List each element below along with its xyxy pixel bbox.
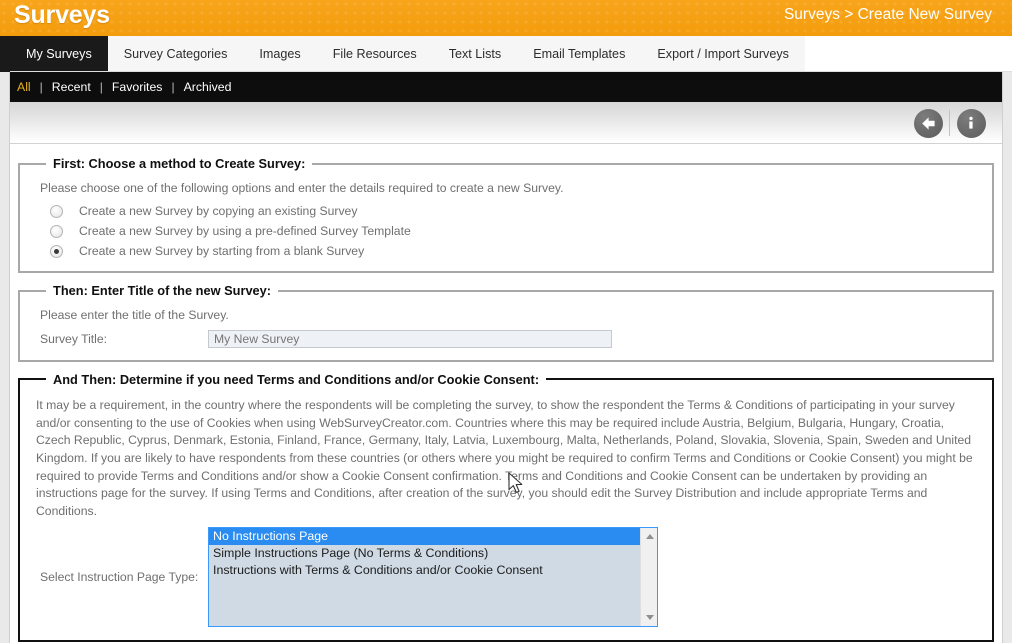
section-terms-and-conditions: And Then: Determine if you need Terms an… [18,372,994,642]
page-title: Surveys [14,1,110,30]
tab-survey-categories[interactable]: Survey Categories [108,36,244,71]
scroll-down-icon[interactable] [641,609,658,626]
subnav-separator: | [164,80,181,94]
page-root: Surveys Surveys > Create New Survey My S… [0,0,1012,643]
radio-icon-selected[interactable] [50,245,63,258]
main-tabs: My Surveys Survey Categories Images File… [0,36,1012,72]
radio-icon[interactable] [50,205,63,218]
back-arrow-icon [914,109,943,138]
subnav-separator: | [93,80,110,94]
action-toolbar [10,102,1002,144]
section-choose-method-intro: Please choose one of the following optio… [40,180,982,196]
right-edge-strip [1002,36,1012,643]
left-edge-strip [0,36,10,643]
subnav-item-favorites[interactable]: Favorites [110,80,165,94]
instruction-page-type-label: Select Instruction Page Type: [40,570,208,584]
tab-images[interactable]: Images [243,36,316,71]
listbox-option-no-instructions[interactable]: No Instructions Page [209,528,640,545]
scroll-up-icon[interactable] [641,528,658,545]
info-icon [957,109,986,138]
radio-option-label: Create a new Survey by copying an existi… [79,204,357,218]
tab-file-resources[interactable]: File Resources [317,36,433,71]
section-terms-paragraph: It may be a requirement, in the country … [36,397,978,521]
subnav-item-archived[interactable]: Archived [182,80,234,94]
subnav-separator: | [33,80,50,94]
toolbar-divider [949,110,950,136]
tab-text-lists[interactable]: Text Lists [433,36,518,71]
section-terms-legend: And Then: Determine if you need Terms an… [46,372,546,387]
radio-option-copy-existing[interactable]: Create a new Survey by copying an existi… [50,202,982,220]
tab-email-templates[interactable]: Email Templates [517,36,641,71]
tab-export-import-surveys[interactable]: Export / Import Surveys [641,36,805,71]
section-choose-method-legend: First: Choose a method to Create Survey: [46,156,312,171]
section-survey-title-intro: Please enter the title of the Survey. [40,307,982,323]
radio-option-label: Create a new Survey by starting from a b… [79,244,364,258]
survey-title-label: Survey Title: [40,332,208,346]
section-choose-method: First: Choose a method to Create Survey:… [18,156,994,273]
app-header: Surveys Surveys > Create New Survey [0,0,1012,36]
instruction-page-type-listbox[interactable]: No Instructions Page Simple Instructions… [208,527,658,627]
sub-navigation: All | Recent | Favorites | Archived [0,72,1012,102]
tab-my-surveys[interactable]: My Surveys [10,36,108,71]
radio-option-label: Create a new Survey by using a pre-defin… [79,224,411,238]
instruction-page-type-row: Select Instruction Page Type: No Instruc… [40,527,982,627]
survey-title-row: Survey Title: [40,330,982,348]
main-content: First: Choose a method to Create Survey:… [11,146,1001,643]
radio-icon[interactable] [50,225,63,238]
listbox-option-terms-cookie[interactable]: Instructions with Terms & Conditions and… [209,562,640,579]
info-button[interactable] [952,106,990,140]
survey-title-input[interactable] [208,330,612,348]
toolbar-icon-group [909,106,990,140]
radio-option-use-template[interactable]: Create a new Survey by using a pre-defin… [50,222,982,240]
back-button[interactable] [909,106,947,140]
listbox-scrollbar[interactable] [640,528,657,626]
subnav-item-all[interactable]: All [15,80,33,94]
subnav-item-recent[interactable]: Recent [50,80,93,94]
tabbar-filler [805,36,1012,71]
section-survey-title: Then: Enter Title of the new Survey: Ple… [18,283,994,361]
section-survey-title-legend: Then: Enter Title of the new Survey: [46,283,278,298]
radio-option-blank-survey[interactable]: Create a new Survey by starting from a b… [50,242,982,260]
listbox-option-simple-instructions[interactable]: Simple Instructions Page (No Terms & Con… [209,545,640,562]
breadcrumb: Surveys > Create New Survey [784,6,992,24]
listbox-options: No Instructions Page Simple Instructions… [209,528,640,626]
